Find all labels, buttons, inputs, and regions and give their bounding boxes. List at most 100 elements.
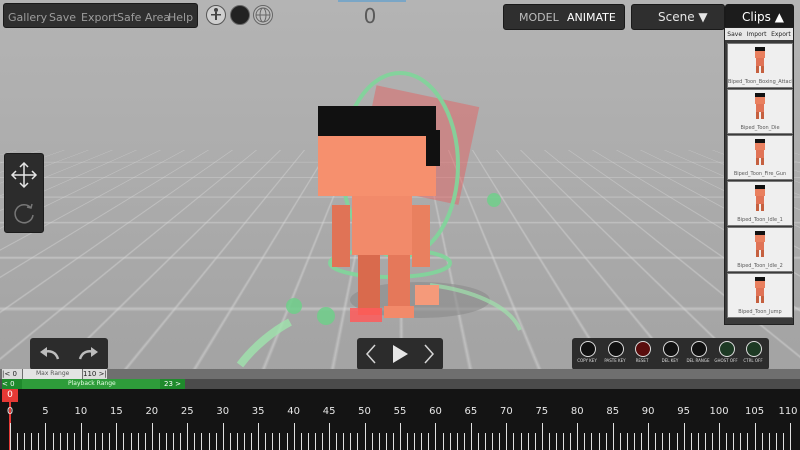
timeline-tick-label: 70 [499,406,513,417]
timeline-tick [17,433,19,450]
clips-import-button[interactable]: Import [747,31,767,38]
timeline-tick [244,433,245,450]
menu-save[interactable]: Save [49,11,76,24]
clip-label: Biped_Toon_Boxing_Attack [728,79,792,85]
timeline-tick [768,433,770,450]
model-mode-button[interactable]: MODEL [519,11,559,24]
timeline-tick-label: 85 [606,406,620,417]
menu-help[interactable]: Help [168,11,193,24]
copy-key-button[interactable]: COPY KEY [574,341,600,369]
timeline-tick-label: 35 [251,406,265,417]
timeline-tick [151,423,153,450]
del-key-icon [663,341,679,357]
reset-button[interactable]: RESET [629,341,655,369]
timeline-tick [229,433,231,450]
playhead[interactable]: 0 [2,389,18,402]
redo-icon[interactable] [76,344,100,364]
timeline-tick [407,433,409,450]
timeline-tick-label: 60 [429,406,442,417]
copy-key-label: COPY KEY [577,358,597,363]
solid-view-button[interactable] [230,5,250,25]
ctrl-off-button[interactable]: CTRL OFF [740,341,766,369]
timeline-tick [187,423,189,450]
timeline-tick [329,423,331,450]
timeline-tick [73,433,75,450]
timeline-tick [754,423,756,450]
character-foot-left [350,308,382,322]
figure-icon [211,8,221,20]
timeline-tick [31,433,33,450]
timeline-tick [336,433,338,450]
character-thumbnail-icon [755,93,765,119]
globe-icon [255,7,271,23]
figure-view-button[interactable] [206,5,226,25]
viewport[interactable] [0,0,800,378]
prev-frame-icon[interactable] [363,343,379,365]
rotate-tool-icon[interactable] [9,198,39,228]
timeline-tick [669,433,671,450]
undo-icon[interactable] [38,344,62,364]
max-range-start[interactable]: |< 0 [2,369,22,379]
timeline-tick-label: 25 [180,406,194,417]
playback-range-start[interactable]: < 0 [2,379,22,389]
clips-export-button[interactable]: Export [771,31,791,38]
timeline-tick [591,433,593,450]
scene-dropdown[interactable]: Scene ▼ [631,4,725,30]
paste-key-button[interactable]: PASTE KEY [602,341,628,369]
timeline-tick [364,423,366,450]
menu-gallery[interactable]: Gallery [8,11,47,24]
next-frame-icon[interactable] [421,343,437,365]
timeline-tick-label: 105 [744,406,765,417]
timeline-tick [215,433,217,450]
timeline-tick [747,433,749,450]
playback-range-end[interactable]: 23 > [160,379,185,389]
timeline-tick [499,433,501,450]
timeline-tick-label: 100 [709,406,729,417]
clip-item[interactable]: Biped_Toon_Jump [727,273,793,318]
timeline-tick-label: 90 [641,406,655,417]
timeline-tick-label: 5 [42,406,49,417]
timeline-tick [485,433,487,450]
timeline-tick [24,433,26,450]
clip-item[interactable]: Biped_Toon_Fire_Gun [727,135,793,180]
timeline-tick [180,433,182,450]
timeline[interactable]: 0 0 5 10 15 20 25 30 35 40 45 50 55 60 65 70 75 80 85 90 95… [0,389,800,450]
del-range-button[interactable]: DEL RANGE [685,341,711,369]
animate-mode-button[interactable]: ANIMATE [567,11,616,24]
timeline-tick-label: 95 [677,406,690,417]
del-key-button[interactable]: DEL KEY [657,341,683,369]
timeline-tick [158,433,160,450]
clip-item[interactable]: Biped_Toon_Idle_1 [727,181,793,226]
character-head [318,130,436,196]
clips-dropdown-label: Clips ▲ [742,10,784,24]
ctrl-off-label: CTRL OFF [743,358,763,363]
timeline-tick [258,423,260,450]
timeline-tick [548,433,550,450]
ghost-off-button[interactable]: GHOST OFF [713,341,739,369]
timeline-tick-label: 55 [393,406,407,417]
timeline-tick [506,423,508,450]
clip-item[interactable]: Biped_Toon_Boxing_Attack [727,43,793,88]
clip-label: Biped_Toon_Idle_2 [737,263,783,269]
timeline-tick-label: 45 [322,406,336,417]
mode-switch: MODEL ANIMATE [503,4,625,30]
max-range-end[interactable]: 110 >| [83,369,107,379]
play-icon[interactable] [390,343,410,365]
playback-range-row: < 0 Playback Range 23 > [0,379,800,389]
menu-export[interactable]: Export [81,11,117,24]
timeline-tick [605,433,607,450]
character-hair [318,106,436,136]
grid-view-button[interactable] [253,5,273,25]
move-tool-icon[interactable] [9,160,39,190]
menu-safe-area[interactable]: Safe Area [117,11,170,24]
clip-item[interactable]: Biped_Toon_Die [727,89,793,134]
character-hair-side [426,130,440,166]
timeline-tick-label: 20 [145,406,159,417]
character-scene[interactable] [0,0,800,378]
timeline-tick [144,433,146,450]
clips-save-button[interactable]: Save [727,31,742,38]
ctrl-icon [746,341,762,357]
del-key-label: DEL KEY [661,358,679,363]
timeline-tick [272,433,274,450]
clip-item[interactable]: Biped_Toon_Idle_2 [727,227,793,272]
